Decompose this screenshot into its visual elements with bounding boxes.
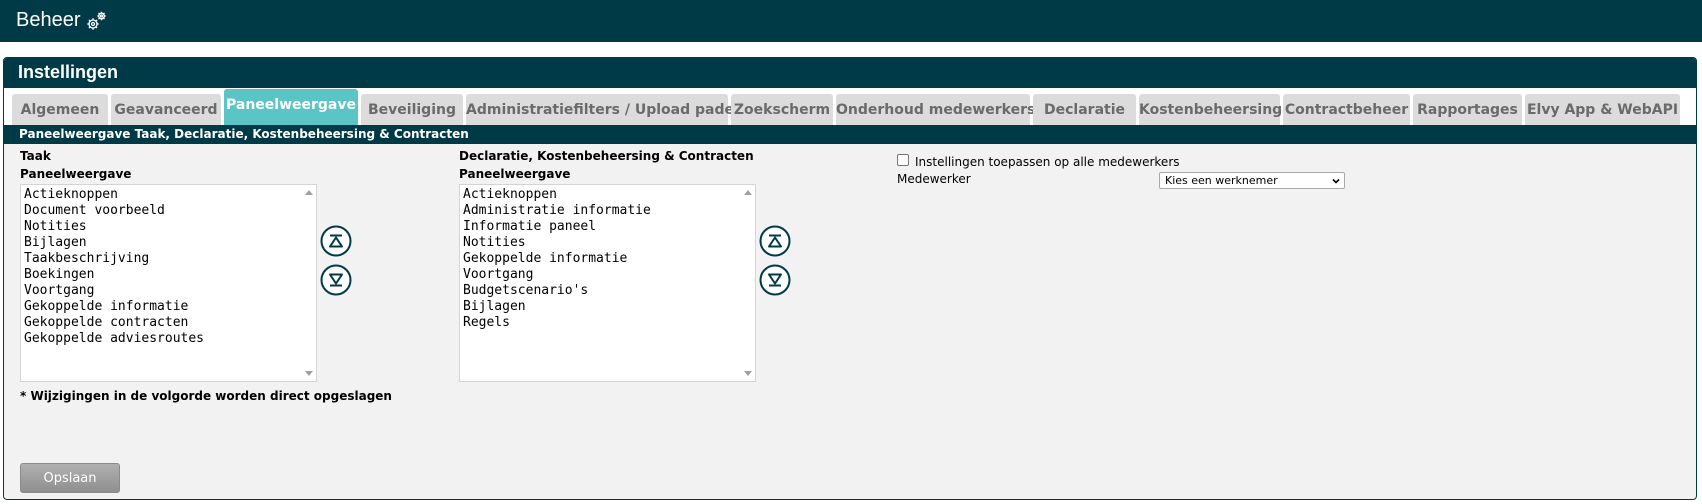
apply-all-checkbox[interactable]	[897, 154, 909, 166]
tab-zoekscherm[interactable]: Zoekscherm	[731, 94, 833, 125]
tab-rapportages[interactable]: Rapportages	[1413, 94, 1522, 125]
tab-contractbeheer[interactable]: Contractbeheer	[1283, 94, 1410, 125]
tab-onderhoud-medewerkers[interactable]: Onderhoud medewerkers	[836, 94, 1035, 125]
tab-kostenbeheersing[interactable]: Kostenbeheersing	[1139, 94, 1282, 125]
list-item[interactable]: Taakbeschrijving	[24, 251, 204, 267]
gears-icon[interactable]	[84, 9, 108, 33]
right-list-label: Paneelweergave	[459, 167, 571, 181]
list-item[interactable]: Actieknoppen	[463, 187, 651, 203]
list-item[interactable]: Bijlagen	[24, 235, 204, 251]
list-item[interactable]: Notities	[463, 235, 651, 251]
list-item[interactable]: Document voorbeeld	[24, 203, 204, 219]
employee-label: Medewerker	[897, 172, 971, 186]
app-title: Beheer	[16, 9, 81, 31]
list-item[interactable]: Budgetscenario's	[463, 283, 651, 299]
scroll-up-arrow-icon[interactable]	[744, 190, 752, 195]
tab-administratiefilters[interactable]: Administratiefilters / Upload paden	[466, 94, 744, 125]
chevron-down-icon	[1332, 178, 1340, 184]
list-item[interactable]: Informatie paneel	[463, 219, 651, 235]
right-list-scrollbar[interactable]	[741, 185, 755, 381]
panel-header: Instellingen	[4, 58, 1696, 88]
scroll-down-arrow-icon[interactable]	[305, 371, 313, 376]
left-list-label: Paneelweergave	[20, 167, 132, 181]
move-down-icon[interactable]	[320, 264, 352, 296]
right-panel-listbox[interactable]: Actieknoppen Administratie informatie In…	[459, 184, 756, 382]
top-bar: Beheer	[0, 0, 1702, 42]
list-item[interactable]: Voortgang	[24, 283, 204, 299]
section-title: Paneelweergave Taak, Declaratie, Kostenb…	[19, 127, 469, 141]
tab-algemeen[interactable]: Algemeen	[12, 94, 108, 125]
move-up-icon[interactable]	[759, 225, 791, 257]
tab-declaratie[interactable]: Declaratie	[1033, 94, 1136, 125]
employee-select-value: Kies een werknemer	[1165, 174, 1278, 187]
list-item[interactable]: Regels	[463, 315, 651, 331]
tab-paneelweergave[interactable]: Paneelweergave	[224, 89, 358, 125]
move-up-icon[interactable]	[320, 225, 352, 257]
list-item[interactable]: Administratie informatie	[463, 203, 651, 219]
move-down-icon[interactable]	[759, 264, 791, 296]
right-group-label: Declaratie, Kostenbeheersing & Contracte…	[459, 149, 754, 163]
list-item[interactable]: Boekingen	[24, 267, 204, 283]
list-item[interactable]: Gekoppelde informatie	[24, 299, 204, 315]
apply-all-label: Instellingen toepassen op alle medewerke…	[915, 155, 1180, 169]
tab-beveiliging[interactable]: Beveiliging	[361, 94, 463, 125]
tab-strip: Algemeen Geavanceerd Paneelweergave Beve…	[4, 88, 1696, 125]
list-item[interactable]: Bijlagen	[463, 299, 651, 315]
list-item[interactable]: Notities	[24, 219, 204, 235]
scroll-up-arrow-icon[interactable]	[305, 190, 313, 195]
left-list-scrollbar[interactable]	[302, 185, 316, 381]
list-item[interactable]: Actieknoppen	[24, 187, 204, 203]
left-panel-listbox[interactable]: Actieknoppen Document voorbeeld Notities…	[20, 184, 317, 382]
list-item[interactable]: Voortgang	[463, 267, 651, 283]
section-header: Paneelweergave Taak, Declaratie, Kostenb…	[4, 125, 1696, 144]
employee-select[interactable]: Kies een werknemer	[1159, 172, 1345, 189]
left-group-label: Taak	[20, 149, 51, 163]
scroll-down-arrow-icon[interactable]	[744, 371, 752, 376]
settings-panel: Instellingen Algemeen Geavanceerd Paneel…	[3, 57, 1697, 500]
tab-elvy-app-webapi[interactable]: Elvy App & WebAPI	[1525, 94, 1680, 125]
list-item[interactable]: Gekoppelde adviesroutes	[24, 331, 204, 347]
save-note: * Wijzigingen in de volgorde worden dire…	[20, 389, 392, 403]
panel-title: Instellingen	[18, 62, 119, 82]
tab-geavanceerd[interactable]: Geavanceerd	[111, 94, 221, 125]
list-item[interactable]: Gekoppelde contracten	[24, 315, 204, 331]
list-item[interactable]: Gekoppelde informatie	[463, 251, 651, 267]
save-button[interactable]: Opslaan	[20, 463, 120, 493]
